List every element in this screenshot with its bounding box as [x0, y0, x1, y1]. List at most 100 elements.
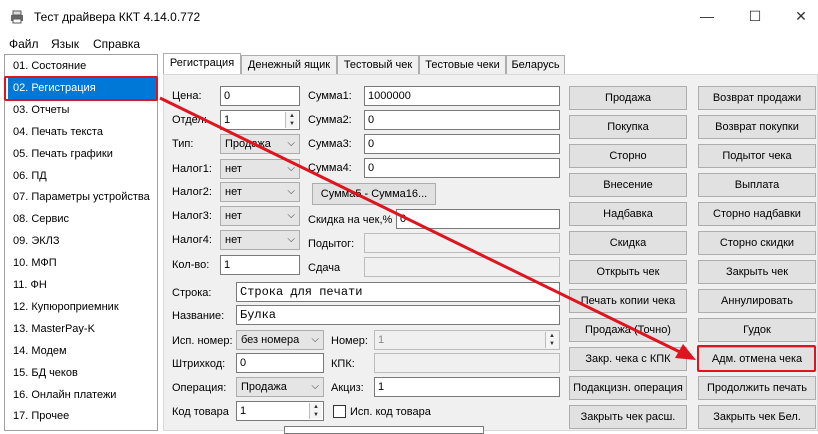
name-label: Название:	[172, 310, 225, 322]
sum2-input[interactable]: 0	[364, 110, 560, 130]
sidebar-item[interactable]: 03. Отчеты	[8, 99, 156, 121]
action-button[interactable]: Выплата	[698, 173, 816, 197]
tax4-value: нет	[225, 234, 242, 246]
operation-value: Продажа	[241, 381, 287, 393]
spinner-arrows-icon[interactable]: ▲ ▼	[309, 403, 322, 419]
tax2-select[interactable]: нет ⌵	[220, 182, 300, 202]
sidebar-item[interactable]: 12. Купюроприемник	[8, 296, 156, 318]
excise-input[interactable]: 1	[374, 377, 560, 397]
action-button[interactable]: Продажа (Точно)	[569, 318, 687, 342]
sidebar-item[interactable]: 11. ФН	[8, 274, 156, 296]
sidebar-item[interactable]: 10. МФП	[8, 252, 156, 274]
tab-belarus[interactable]: Беларусь	[506, 55, 565, 74]
spinner-arrows-icon[interactable]: ▲ ▼	[285, 112, 298, 128]
tab-registration[interactable]: Регистрация	[163, 53, 241, 75]
tax4-select[interactable]: нет ⌵	[220, 230, 300, 250]
sum3-label: Сумма3:	[308, 138, 352, 150]
action-button[interactable]: Надбавка	[569, 202, 687, 226]
action-button[interactable]: Внесение	[569, 173, 687, 197]
action-button[interactable]: Гудок	[698, 318, 816, 342]
chevron-down-icon: ⌵	[287, 234, 295, 245]
action-button[interactable]: Закрыть чек Бел.	[698, 405, 816, 429]
tab-test-receipt[interactable]: Тестовый чек	[337, 55, 419, 74]
exec-number-select[interactable]: без номера ⌵	[236, 330, 324, 350]
bottom-field[interactable]	[284, 426, 484, 434]
type-value: Продажа	[225, 138, 271, 150]
line-label: Строка:	[172, 287, 212, 299]
tax2-value: нет	[225, 186, 242, 198]
action-button[interactable]: Сторно надбавки	[698, 202, 816, 226]
number-input: 1 ▲ ▼	[374, 330, 560, 350]
sum1-label: Сумма1:	[308, 90, 352, 102]
qty-input[interactable]: 1	[220, 255, 300, 275]
window-title: Тест драйвера ККТ 4.14.0.772	[34, 10, 201, 24]
tax3-value: нет	[225, 210, 242, 222]
tax3-select[interactable]: нет ⌵	[220, 206, 300, 226]
sidebar-item[interactable]: 07. Параметры устройства	[8, 186, 156, 208]
change-field	[364, 257, 560, 277]
action-button[interactable]: Возврат продажи	[698, 86, 816, 110]
use-product-code-checkbox[interactable]	[333, 405, 346, 418]
maximize-button[interactable]: ☐	[740, 4, 770, 28]
chevron-down-icon: ⌵	[287, 210, 295, 221]
action-button[interactable]: Закрыть чек расш.	[569, 405, 687, 429]
action-button[interactable]: Закрыть чек	[698, 260, 816, 284]
action-button[interactable]: Сторно скидки	[698, 231, 816, 255]
sum3-input[interactable]: 0	[364, 134, 560, 154]
menu-file[interactable]: Файл	[9, 37, 39, 51]
sidebar-item[interactable]: 14. Модем	[8, 340, 156, 362]
sidebar-item[interactable]: 04. Печать текста	[8, 121, 156, 143]
sidebar-item[interactable]: 15. БД чеков	[8, 362, 156, 384]
sidebar-item[interactable]: 09. ЭКЛЗ	[8, 230, 156, 252]
sidebar-item[interactable]: 16. Онлайн платежи	[8, 384, 156, 406]
action-button[interactable]: Закр. чека с КПК	[569, 347, 687, 371]
menu-help[interactable]: Справка	[93, 37, 140, 51]
action-button[interactable]: Скидка	[569, 231, 687, 255]
tab-cash-drawer[interactable]: Денежный ящик	[241, 55, 337, 74]
discount-input[interactable]: 0	[396, 209, 560, 229]
sidebar-item[interactable]: 01. Состояние	[8, 55, 156, 77]
sidebar-item[interactable]: 05. Печать графики	[8, 143, 156, 165]
sum4-label: Сумма4:	[308, 162, 352, 174]
close-button[interactable]: ✕	[786, 4, 816, 28]
action-button[interactable]: Печать копии чека	[569, 289, 687, 313]
minimize-button[interactable]: —	[692, 4, 722, 28]
action-button[interactable]: Сторно	[569, 144, 687, 168]
action-button[interactable]: Продолжить печать	[698, 376, 816, 400]
product-code-value: 1	[240, 405, 247, 417]
tab-test-receipts[interactable]: Тестовые чеки	[419, 55, 506, 74]
action-button[interactable]: Подытог чека	[698, 144, 816, 168]
name-input[interactable]: Булка	[236, 305, 560, 325]
tax1-label: Налог1:	[172, 163, 212, 175]
action-button[interactable]: Возврат покупки	[698, 115, 816, 139]
action-button[interactable]: Подакцизн. операция	[569, 376, 687, 400]
operation-select[interactable]: Продажа ⌵	[236, 377, 324, 397]
subtotal-label: Подытог:	[308, 238, 355, 250]
chevron-down-icon: ⌵	[287, 186, 295, 197]
sidebar-item[interactable]: 17. Прочее	[8, 405, 156, 427]
sum2-label: Сумма2:	[308, 114, 352, 126]
number-value: 1	[378, 334, 385, 346]
action-button[interactable]: Открыть чек	[569, 260, 687, 284]
product-code-input[interactable]: 1 ▲ ▼	[236, 401, 324, 421]
dept-input[interactable]: 1 ▲ ▼	[220, 110, 300, 130]
tax1-select[interactable]: нет ⌵	[220, 159, 300, 179]
price-label: Цена:	[172, 90, 202, 102]
type-select[interactable]: Продажа ⌵	[220, 134, 300, 154]
sum1-input[interactable]: 1000000	[364, 86, 560, 106]
sum4-input[interactable]: 0	[364, 158, 560, 178]
sidebar-item[interactable]: 13. MasterPay-K	[8, 318, 156, 340]
sidebar-item[interactable]: 06. ПД	[8, 165, 156, 187]
action-button[interactable]: Продажа	[569, 86, 687, 110]
price-input[interactable]: 0	[220, 86, 300, 106]
action-button[interactable]: Аннулировать	[698, 289, 816, 313]
subtotal-field	[364, 233, 560, 253]
kpk-field	[374, 353, 560, 373]
qty-label: Кол-во:	[172, 259, 210, 271]
line-input[interactable]: Строка для печати	[236, 282, 560, 302]
sum5-16-button[interactable]: Сумма5 - Сумма16...	[312, 183, 436, 205]
sidebar-item[interactable]: 08. Сервис	[8, 208, 156, 230]
action-button[interactable]: Покупка	[569, 115, 687, 139]
menu-language[interactable]: Язык	[51, 37, 79, 51]
barcode-input[interactable]: 0	[236, 353, 324, 373]
